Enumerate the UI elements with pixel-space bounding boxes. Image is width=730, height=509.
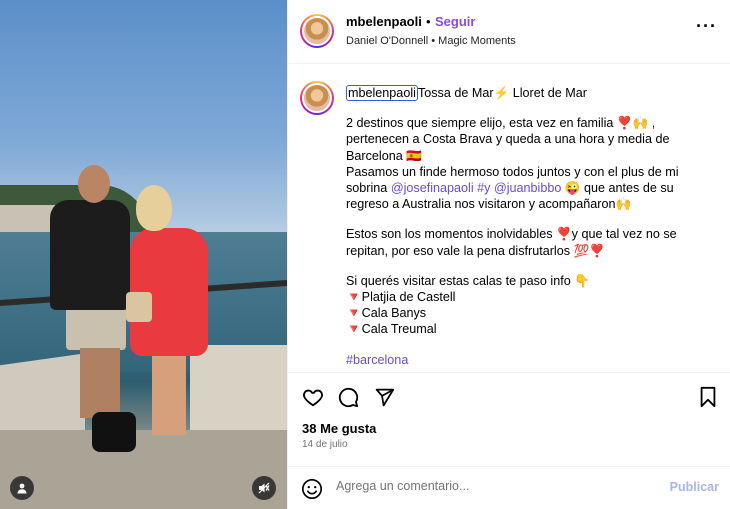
photo-man-shirt: [50, 200, 130, 310]
mute-audio-icon[interactable]: [252, 476, 276, 500]
caption-line: pertenecen a Costa Brava y queda a una h…: [346, 132, 670, 147]
photo-man-head: [78, 165, 110, 203]
post-comment-button[interactable]: Publicar: [670, 480, 719, 494]
post-date[interactable]: 14 de julio: [302, 439, 348, 450]
hashtag-link[interactable]: #y: [477, 181, 490, 195]
photo-bag: [126, 292, 152, 322]
caption-username[interactable]: mbelenpaoli: [346, 85, 418, 101]
header-username[interactable]: mbelenpaoli: [346, 14, 422, 29]
caption-line: 🔻Cala Banys: [346, 306, 427, 321]
caption-line: Barcelona 🇪🇸: [346, 148, 422, 163]
share-send-icon[interactable]: [372, 385, 396, 409]
hashtag-link[interactable]: #barcelona: [346, 352, 718, 368]
photo-man-legs: [80, 348, 120, 418]
caption-text: mbelenpaoli Tossa de Mar⚡️ Lloret de Mar …: [346, 85, 718, 368]
caption-line: Estos son los momentos inolvidables ❣️y …: [346, 227, 677, 242]
caption-line: 🔻Cala Treumal: [346, 322, 437, 337]
caption-gap: [346, 338, 718, 352]
caption-gap: [346, 259, 718, 273]
caption-line-mentions: sobrina @josefinapaoli #y @juanbibbo 😜 q…: [346, 181, 674, 196]
avatar[interactable]: [300, 14, 334, 48]
photo-woman-legs: [152, 355, 186, 435]
emoji-icon[interactable]: [301, 478, 323, 500]
mention-link[interactable]: @juanbibbo: [494, 181, 561, 195]
mention-link[interactable]: @josefinapaoli: [391, 181, 474, 195]
caption-avatar[interactable]: [300, 81, 334, 115]
post-header: mbelenpaoli • Seguir Daniel O'Donnell • …: [288, 0, 730, 64]
bookmark-icon[interactable]: [696, 385, 720, 409]
post-actions: 38 Me gusta 14 de julio: [288, 372, 730, 462]
like-heart-icon[interactable]: [301, 385, 325, 409]
photo-ground: [0, 430, 287, 509]
header-separator: •: [426, 14, 431, 29]
tagged-user-icon[interactable]: [10, 476, 34, 500]
audio-subtitle[interactable]: Daniel O'Donnell • Magic Moments: [346, 35, 516, 47]
comment-input[interactable]: [336, 479, 656, 493]
photo-man-shoes: [92, 412, 136, 452]
caption-line: repitan, por eso vale la pena disfrutarl…: [346, 243, 605, 258]
photo-woman-head: [136, 185, 172, 231]
comment-icon[interactable]: [336, 385, 360, 409]
caption-line: regreso a Australia nos visitaron y acom…: [346, 197, 632, 212]
caption-gap: [346, 101, 718, 115]
caption-gap: [346, 212, 718, 226]
more-horizontal-icon[interactable]: ···: [696, 17, 717, 35]
caption-line-1: mbelenpaoli Tossa de Mar⚡️ Lloret de Mar: [346, 85, 587, 101]
caption-area: mbelenpaoli Tossa de Mar⚡️ Lloret de Mar …: [288, 64, 730, 372]
caption-line: Si querés visitar estas calas te paso in…: [346, 273, 590, 288]
comment-bar: Publicar: [288, 466, 730, 509]
caption-line: 🔻Platjia de Castell: [346, 290, 456, 305]
likes-count[interactable]: 38 Me gusta: [302, 421, 376, 436]
caption-line: 2 destinos que siempre elijo, esta vez e…: [346, 116, 656, 131]
post-panel: mbelenpaoli • Seguir Daniel O'Donnell • …: [287, 0, 730, 509]
follow-button[interactable]: Seguir: [435, 14, 475, 29]
post-photo[interactable]: [0, 0, 287, 509]
caption-line: Pasamos un finde hermoso todos juntos y …: [346, 164, 679, 179]
